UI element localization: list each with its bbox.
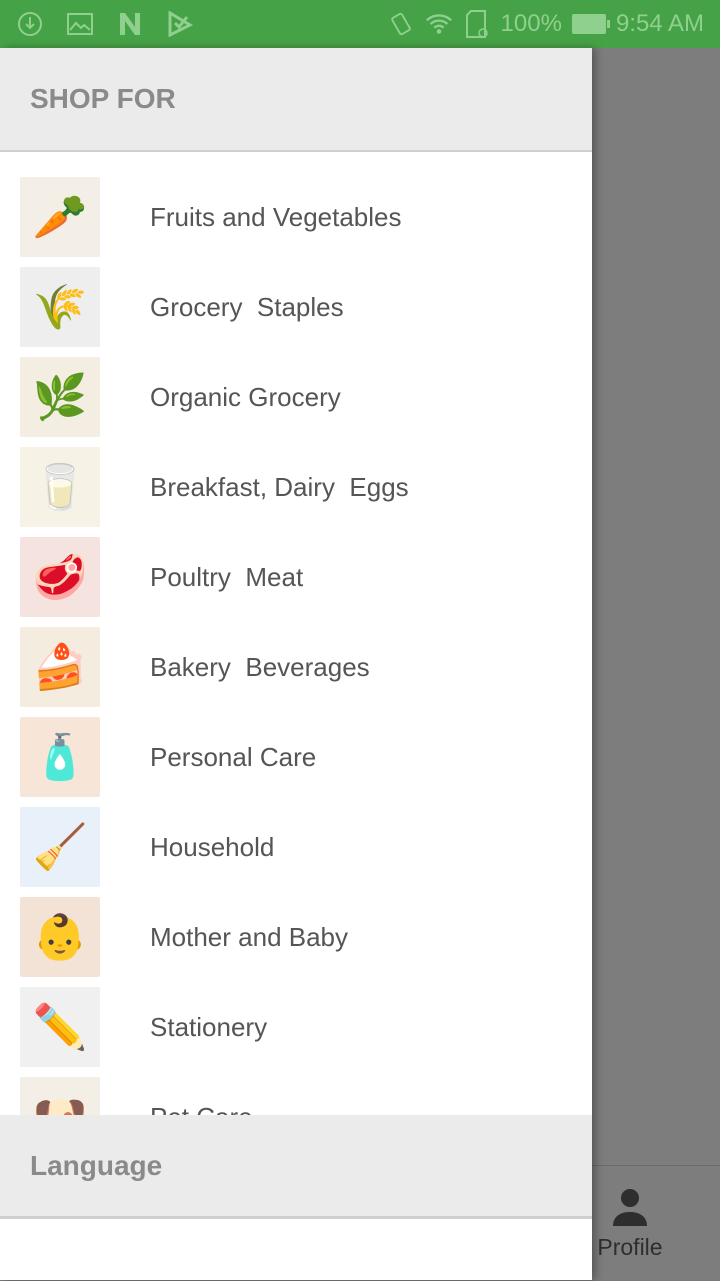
category-item[interactable]: 🥩 Poultry Meat [0,532,592,622]
drawer-scrim[interactable] [592,48,720,1280]
category-item[interactable]: 🍰 Bakery Beverages [0,622,592,712]
shop-for-title: SHOP FOR [30,83,176,114]
sd-card-icon [463,10,491,38]
check-app-icon [166,10,194,38]
category-item[interactable]: 🌾 Grocery Staples [0,262,592,352]
download-icon [16,10,44,38]
n-app-icon [116,10,144,38]
category-label: Poultry Meat [150,561,304,592]
poultry-meat-image: 🥩 [20,537,100,617]
category-label: Personal Care [150,741,317,772]
category-label: Stationery [150,1011,268,1042]
language-section[interactable]: Language [0,1115,592,1219]
category-item[interactable]: 🥛 Breakfast, Dairy Eggs [0,442,592,532]
profile-tab[interactable]: Profile [592,1166,668,1281]
shop-for-header: SHOP FOR [0,48,592,152]
status-bar: 100% 9:54 AM [0,0,720,48]
category-item[interactable]: 🥕 Fruits and Vegetables [0,172,592,262]
category-label: Grocery Staples [150,291,344,322]
category-item[interactable]: ✏️ Stationery [0,982,592,1072]
category-label: Organic Grocery [150,381,341,412]
category-item[interactable]: 🧴 Personal Care [0,712,592,802]
profile-label: Profile [597,1234,663,1260]
category-label: Breakfast, Dairy Eggs [150,471,409,502]
image-icon [66,10,94,38]
wifi-icon [425,10,453,38]
grocery-staples-image: 🌾 [20,267,100,347]
battery-percent: 100% [500,10,562,37]
category-label: Household [150,831,275,862]
clock: 9:54 AM [615,10,704,37]
bakery-beverages-image: 🍰 [20,627,100,707]
stationery-image: ✏️ [20,987,100,1067]
category-item[interactable]: 👶 Mother and Baby [0,892,592,982]
organic-grocery-image: 🌿 [20,357,100,437]
fruits-vegetables-image: 🥕 [20,177,100,257]
battery-icon [571,14,610,34]
category-label: Mother and Baby [150,921,349,952]
mother-baby-image: 👶 [20,897,100,977]
category-list: 🥕 Fruits and Vegetables 🌾 Grocery Staples 🌿 O… [0,152,592,1162]
navigation-drawer: SHOP FOR 🥕 Fruits and Vegetables 🌾 Grocery … [0,48,592,1280]
category-label: Fruits and Vegetables [150,201,402,232]
category-item[interactable]: 🧹 Household [0,802,592,892]
category-label: Bakery Beverages [150,651,370,682]
personal-care-image: 🧴 [20,717,100,797]
bottom-navigation: Profile [592,1165,720,1280]
household-image: 🧹 [20,807,100,887]
vibrate-icon [387,10,415,38]
person-icon [609,1186,651,1234]
category-item[interactable]: 🌿 Organic Grocery [0,352,592,442]
language-label: Language [30,1149,163,1181]
breakfast-dairy-eggs-image: 🥛 [20,447,100,527]
